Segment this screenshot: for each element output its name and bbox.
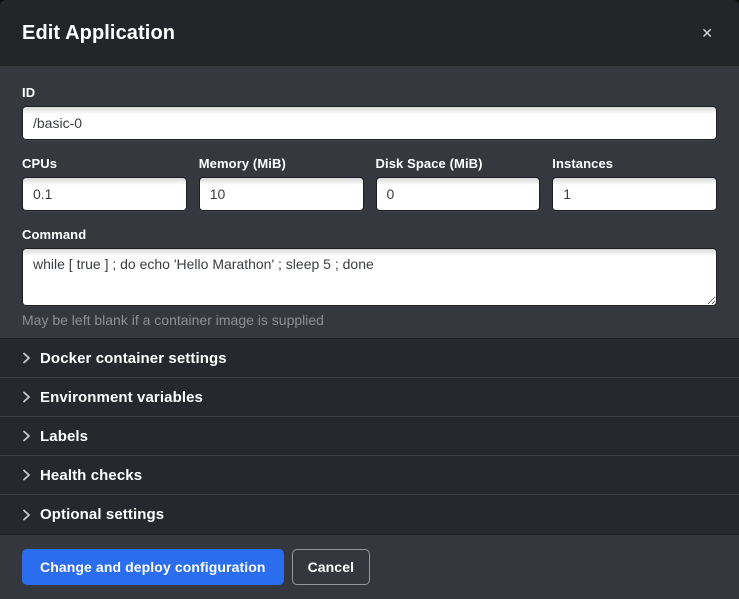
section-label: Labels <box>40 428 88 445</box>
section-label: Docker container settings <box>40 350 227 367</box>
cancel-button[interactable]: Cancel <box>292 549 371 585</box>
modal-title: Edit Application <box>22 22 175 45</box>
collapsible-sections: Docker container settings Environment va… <box>0 338 739 534</box>
chevron-right-icon <box>22 391 31 403</box>
memory-label: Memory (MiB) <box>199 156 364 171</box>
close-icon[interactable]: ✕ <box>697 22 717 44</box>
memory-field-group: Memory (MiB) <box>199 156 364 211</box>
section-docker-container-settings[interactable]: Docker container settings <box>0 339 739 378</box>
chevron-right-icon <box>22 352 31 364</box>
instances-field-group: Instances <box>552 156 717 211</box>
chevron-right-icon <box>22 430 31 442</box>
section-label: Health checks <box>40 467 142 484</box>
section-label: Optional settings <box>40 506 164 523</box>
id-input[interactable] <box>22 106 717 140</box>
chevron-right-icon <box>22 509 31 521</box>
modal-footer: Change and deploy configuration Cancel <box>0 534 739 599</box>
command-help-text: May be left blank if a container image i… <box>22 312 717 328</box>
command-textarea[interactable]: while [ true ] ; do echo 'Hello Marathon… <box>22 248 717 306</box>
change-and-deploy-button[interactable]: Change and deploy configuration <box>22 549 284 585</box>
edit-application-modal: Edit Application ✕ ID CPUs Memory (MiB) … <box>0 0 739 599</box>
disk-input[interactable] <box>376 177 541 211</box>
modal-header: Edit Application ✕ <box>0 0 739 66</box>
id-label: ID <box>22 85 717 100</box>
modal-body: ID CPUs Memory (MiB) Disk Space (MiB) In… <box>0 66 739 338</box>
cpus-field-group: CPUs <box>22 156 187 211</box>
section-health-checks[interactable]: Health checks <box>0 456 739 495</box>
id-field-group: ID <box>22 85 717 140</box>
memory-input[interactable] <box>199 177 364 211</box>
section-environment-variables[interactable]: Environment variables <box>0 378 739 417</box>
resources-row: CPUs Memory (MiB) Disk Space (MiB) Insta… <box>22 156 717 211</box>
cpus-input[interactable] <box>22 177 187 211</box>
command-field-group: Command while [ true ] ; do echo 'Hello … <box>22 227 717 328</box>
section-label: Environment variables <box>40 389 203 406</box>
disk-field-group: Disk Space (MiB) <box>376 156 541 211</box>
section-optional-settings[interactable]: Optional settings <box>0 495 739 534</box>
disk-label: Disk Space (MiB) <box>376 156 541 171</box>
instances-label: Instances <box>552 156 717 171</box>
instances-input[interactable] <box>552 177 717 211</box>
section-labels[interactable]: Labels <box>0 417 739 456</box>
chevron-right-icon <box>22 469 31 481</box>
cpus-label: CPUs <box>22 156 187 171</box>
command-label: Command <box>22 227 717 242</box>
